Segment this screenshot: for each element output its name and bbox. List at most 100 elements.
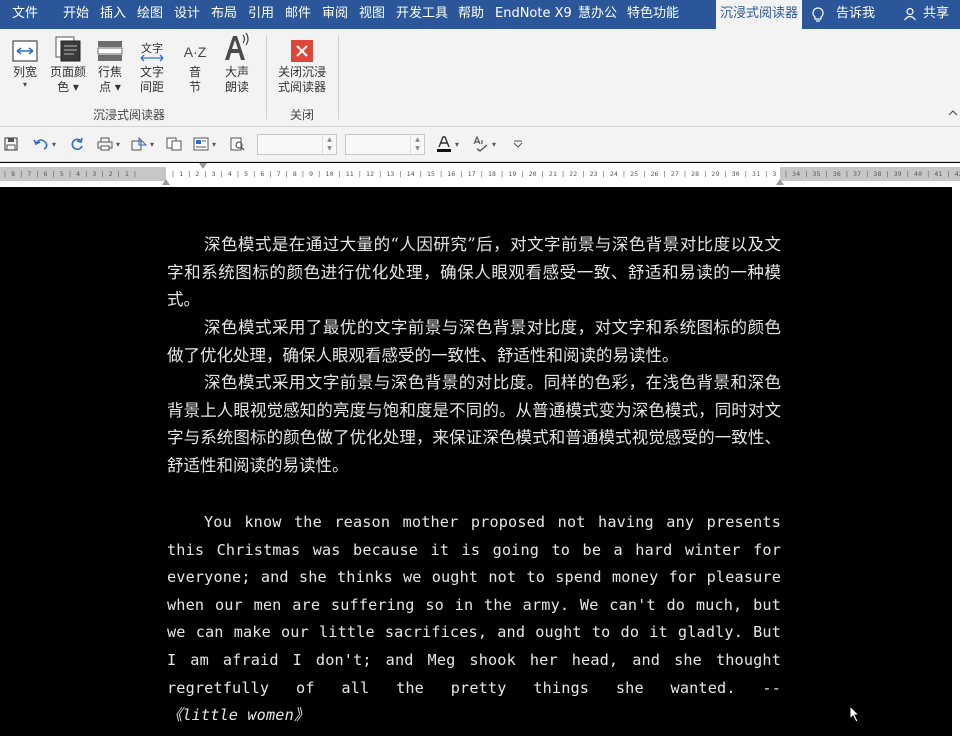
font-name-box[interactable]: ▲ ▼	[257, 134, 337, 155]
customize-toolbar-button[interactable]	[513, 134, 523, 154]
share-button[interactable]: 共享	[903, 0, 960, 29]
read-aloud-button[interactable]: 大声 朗读	[220, 29, 254, 95]
copy-format-button[interactable]	[166, 134, 182, 154]
close-reader-label-2: 式阅读器	[277, 80, 326, 94]
tab-file[interactable]: 文件	[12, 0, 38, 29]
save-icon	[4, 137, 18, 151]
font-color-button[interactable]: ▾	[436, 134, 459, 154]
tab-developer[interactable]: 开发工具	[396, 0, 448, 29]
magnifier-icon	[230, 137, 245, 151]
copy-icon	[166, 137, 182, 151]
tab-home[interactable]: 开始	[63, 0, 89, 29]
undo-button[interactable]: ▾	[33, 134, 56, 154]
page-color-label-2: 色 ▾	[57, 80, 79, 94]
undo-dropdown-icon[interactable]: ▾	[52, 140, 56, 149]
tab-review[interactable]: 审阅	[322, 0, 348, 29]
redo-button[interactable]	[70, 134, 84, 154]
text-spacing-label-2: 间距	[139, 80, 164, 94]
shapes-icon	[131, 137, 147, 151]
read-aloud-label-1: 大声	[224, 65, 249, 79]
ruler-main-numbers: | 1 | 2 | 3 | 4 | 5 | 6 | 7 | 8 | 9 | 10…	[171, 170, 777, 178]
undo-icon	[33, 139, 48, 150]
font-size-box[interactable]: ▲ ▼	[345, 134, 425, 155]
font-name-spinner[interactable]: ▲ ▼	[322, 135, 336, 154]
spelling-dropdown-icon[interactable]: ▾	[492, 140, 496, 149]
group-label-immersive-reader: 沉浸式阅读器	[93, 108, 166, 122]
column-width-button[interactable]: 列宽 ▾	[8, 29, 42, 90]
text-spacing-label-1: 文字	[139, 65, 164, 79]
quick-access-toolbar: ▾ ▾ ▾ ▾ ▲ ▼ ▲ ▼ ▾ ▾	[0, 127, 960, 162]
page-color-label-1: 页面颜	[49, 65, 86, 79]
print-preview-button[interactable]	[230, 134, 246, 154]
close-reader-label-1: 关闭沉浸	[277, 65, 326, 79]
right-indent-marker[interactable]	[776, 179, 784, 185]
spelling-button[interactable]: ▾	[473, 134, 496, 154]
syllables-button[interactable]: A·Z 音 节	[178, 29, 212, 95]
layout-icon	[193, 137, 209, 151]
tab-immersive-reader[interactable]: 沉浸式阅读器	[716, 0, 803, 29]
tab-view[interactable]: 视图	[359, 0, 385, 29]
group-label-close: 关闭	[290, 108, 315, 122]
spelling-check-icon	[473, 136, 488, 152]
print-dropdown-icon[interactable]: ▾	[116, 140, 120, 149]
ribbon: 列宽 ▾ 页面颜 色 ▾ 行焦 点 ▾ 文字 文字 间距 A·Z 音 节 大声 …	[0, 29, 960, 127]
first-line-indent-marker[interactable]	[199, 163, 207, 169]
page-color-button[interactable]: 页面颜 色 ▾	[47, 29, 89, 95]
tab-insert[interactable]: 插入	[100, 0, 126, 29]
group-separator	[266, 35, 267, 119]
line-focus-label-2: 点 ▾	[99, 80, 121, 94]
shapes-button[interactable]: ▾	[131, 134, 154, 154]
person-icon	[904, 7, 916, 21]
mouse-cursor-icon	[849, 705, 861, 723]
tab-huibangong[interactable]: 慧办公	[578, 0, 617, 29]
paragraph-2: 深色模式采用了最优的文字前景与深色背景对比度，对文字和系统图标的颜色做了优化处理…	[167, 318, 781, 365]
font-color-icon	[437, 136, 451, 152]
syllables-label-2: 节	[188, 80, 201, 94]
tab-endnote[interactable]: EndNote X9	[495, 0, 572, 29]
syllables-icon: A·Z	[183, 44, 207, 60]
tab-mailings[interactable]: 邮件	[285, 0, 311, 29]
tell-me-button[interactable]: 告诉我	[811, 0, 891, 29]
shapes-dropdown-icon[interactable]: ▾	[150, 140, 154, 149]
column-width-dropdown: ▾	[22, 80, 27, 89]
lightbulb-icon	[812, 7, 824, 22]
font-size-spinner[interactable]: ▲ ▼	[410, 135, 424, 154]
tell-me-label: 告诉我	[836, 6, 876, 21]
group-separator-2	[338, 35, 339, 119]
layout-button[interactable]: ▾	[193, 134, 216, 154]
vertical-scrollbar[interactable]	[952, 187, 960, 736]
paragraph-1: 深色模式是在通过大量的“人因研究”后，对文字前景与深色背景对比度以及文字和系统图…	[167, 235, 781, 310]
customize-icon	[513, 140, 523, 148]
layout-dropdown-icon[interactable]: ▾	[212, 140, 216, 149]
double-arrow-icon	[140, 54, 164, 62]
left-indent-marker[interactable]	[162, 179, 170, 185]
english-text: You know the reason mother proposed not …	[167, 513, 781, 697]
line-focus-label-1: 行焦	[97, 65, 122, 79]
source-citation: 《little women》	[167, 706, 310, 725]
ruler-right-numbers: | 34 | 35 | 36 | 37 | 38 | 39 | 40 | 41 …	[784, 170, 960, 178]
tab-layout[interactable]: 布局	[211, 0, 237, 29]
column-width-icon	[12, 40, 38, 62]
close-icon	[291, 40, 313, 62]
read-aloud-icon	[225, 32, 249, 60]
line-focus-button[interactable]: 行焦 点 ▾	[94, 29, 126, 95]
save-button[interactable]	[4, 134, 18, 154]
printer-icon	[97, 137, 113, 151]
horizontal-ruler[interactable]: | 8 | 7 | 6 | 5 | 4 | 3 | 2 | 1 | | 1 | …	[0, 163, 960, 187]
tab-design[interactable]: 设计	[174, 0, 200, 29]
column-width-label: 列宽	[12, 65, 37, 79]
tab-special-features[interactable]: 特色功能	[627, 0, 679, 29]
ruler-left-numbers: | 8 | 7 | 6 | 5 | 4 | 3 | 2 | 1 |	[3, 170, 138, 178]
tab-references[interactable]: 引用	[248, 0, 274, 29]
print-button[interactable]: ▾	[97, 134, 120, 154]
paragraph-3: 深色模式采用文字前景与深色背景的对比度。同样的色彩，在浅色背景和深色背景上人眼视…	[167, 373, 781, 475]
page-color-icon	[55, 36, 81, 62]
tab-help[interactable]: 帮助	[458, 0, 484, 29]
collapse-ribbon-icon[interactable]	[948, 109, 958, 117]
font-color-dropdown-icon[interactable]: ▾	[455, 140, 459, 149]
syllables-label-1: 音	[188, 65, 201, 79]
tab-draw[interactable]: 绘图	[137, 0, 163, 29]
english-paragraph: You know the reason mother proposed not …	[167, 509, 781, 730]
close-immersive-reader-button[interactable]: 关闭沉浸 式阅读器	[274, 29, 330, 95]
text-spacing-button[interactable]: 文字 文字 间距	[134, 29, 170, 95]
